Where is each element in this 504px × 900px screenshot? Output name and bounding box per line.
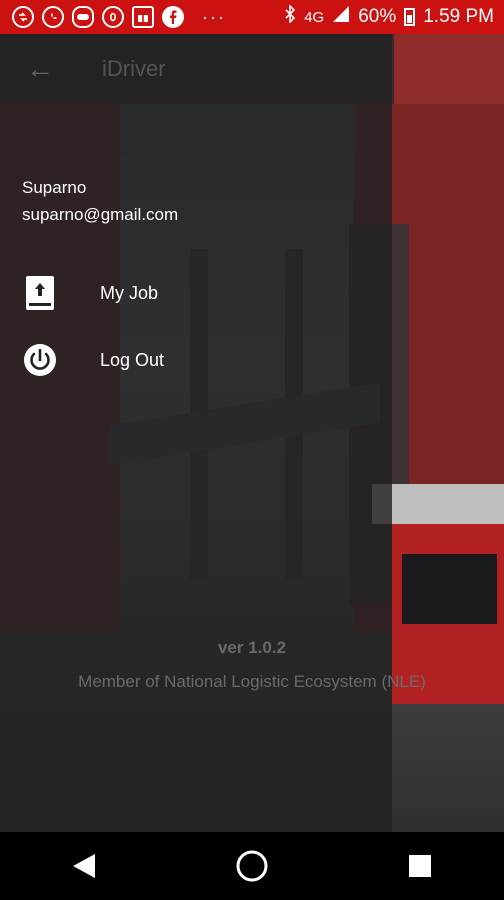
notification-icon	[12, 6, 34, 28]
battery-icon	[404, 8, 416, 26]
status-bar: ··· 4G 60% 1.59 PM	[0, 0, 504, 34]
back-arrow-icon[interactable]: ←	[26, 53, 54, 85]
user-name: Suparno	[22, 178, 87, 197]
gift-icon	[132, 6, 154, 28]
menu-item-log-out[interactable]: Log Out	[0, 333, 392, 387]
recents-nav-icon[interactable]	[390, 836, 450, 896]
menu-label-log-out: Log Out	[100, 349, 165, 370]
clock: 1.59 PM	[423, 6, 494, 27]
line-icon	[72, 6, 94, 28]
facebook-icon	[162, 6, 184, 28]
truck-windshield	[402, 554, 497, 624]
bluetooth-icon	[284, 4, 296, 29]
notification-icons: ···	[0, 6, 226, 28]
more-notifications-icon: ···	[202, 6, 226, 27]
app-title: iDriver	[102, 56, 166, 81]
home-nav-icon[interactable]	[222, 836, 282, 896]
signal-icon	[332, 5, 350, 29]
menu-label-my-job: My Job	[100, 282, 159, 303]
app-version: ver 1.0.2	[217, 638, 287, 657]
opera-icon	[102, 6, 124, 28]
network-type-label: 4G	[304, 8, 325, 26]
system-nav-bar	[0, 832, 504, 900]
whatsapp-icon	[42, 6, 64, 28]
member-text: Member of National Logistic Ecosystem (N…	[78, 672, 426, 691]
back-nav-icon[interactable]	[54, 836, 114, 896]
power-icon	[22, 342, 58, 378]
app-bar-accent	[394, 34, 504, 104]
battery-percent: 60%	[358, 6, 397, 27]
user-email: suparno@gmail.com	[22, 205, 179, 224]
navigation-drawer: Suparno suparno@gmail.com My Job Log Out	[0, 34, 392, 832]
menu-item-my-job[interactable]: My Job	[0, 266, 392, 320]
job-book-icon	[22, 275, 58, 311]
